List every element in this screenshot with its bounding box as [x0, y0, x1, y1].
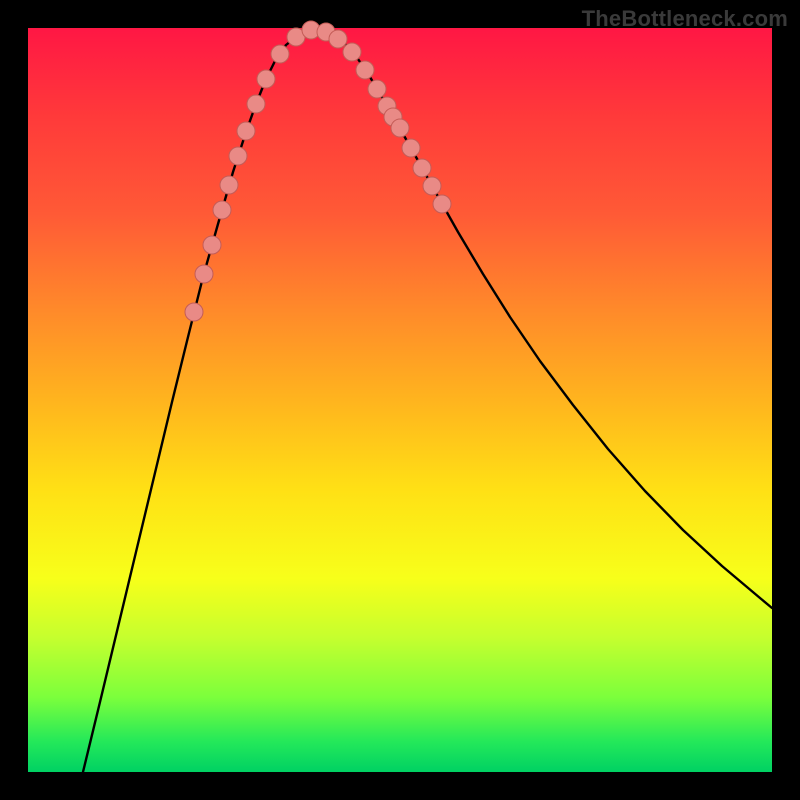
data-dot [413, 159, 431, 177]
data-dot [271, 45, 289, 63]
data-dot [247, 95, 265, 113]
data-dot [402, 139, 420, 157]
data-dot [220, 176, 238, 194]
data-dot [257, 70, 275, 88]
data-dot [185, 303, 203, 321]
data-dot [213, 201, 231, 219]
data-dot [343, 43, 361, 61]
data-dot [356, 61, 374, 79]
data-dot [229, 147, 247, 165]
data-dot [391, 119, 409, 137]
data-dot [423, 177, 441, 195]
data-dot [368, 80, 386, 98]
data-dot [203, 236, 221, 254]
data-dots [28, 28, 772, 772]
data-dot [329, 30, 347, 48]
chart-frame: TheBottleneck.com [0, 0, 800, 800]
data-dot [195, 265, 213, 283]
data-dot [237, 122, 255, 140]
data-dot [433, 195, 451, 213]
